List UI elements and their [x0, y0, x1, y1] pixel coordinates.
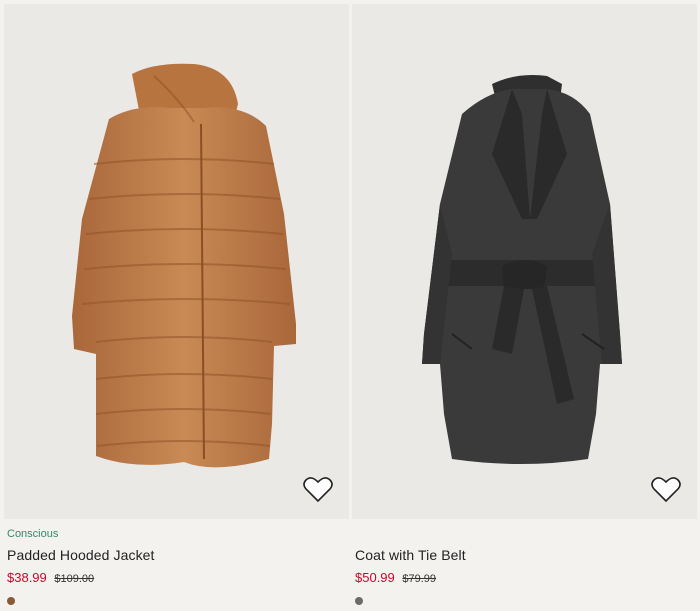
product-image[interactable] [352, 4, 697, 519]
conscious-tag: Conscious [7, 528, 59, 540]
heart-icon[interactable] [651, 475, 681, 503]
price-row: $38.99 $109.00 [7, 569, 337, 587]
product-title[interactable]: Padded Hooded Jacket [7, 546, 337, 564]
product-info: Coat with Tie Belt $50.99 $79.99 [355, 527, 685, 587]
coat-image [422, 75, 622, 464]
product-title[interactable]: Coat with Tie Belt [355, 546, 685, 564]
heart-icon[interactable] [303, 475, 333, 503]
product-info: Conscious Padded Hooded Jacket $38.99 $1… [7, 527, 337, 587]
padded-jacket-image [72, 63, 296, 468]
color-swatch[interactable] [7, 597, 15, 605]
product-card[interactable]: Conscious Padded Hooded Jacket $38.99 $1… [4, 0, 349, 611]
conscious-tag [355, 527, 685, 541]
original-price: $79.99 [402, 573, 437, 585]
product-image[interactable] [4, 4, 349, 519]
original-price: $109.00 [54, 573, 95, 585]
color-swatch[interactable] [355, 597, 363, 605]
price-row: $50.99 $79.99 [355, 569, 685, 587]
sale-price: $50.99 [355, 570, 395, 585]
product-card[interactable]: Coat with Tie Belt $50.99 $79.99 [352, 0, 697, 611]
sale-price: $38.99 [7, 570, 47, 585]
